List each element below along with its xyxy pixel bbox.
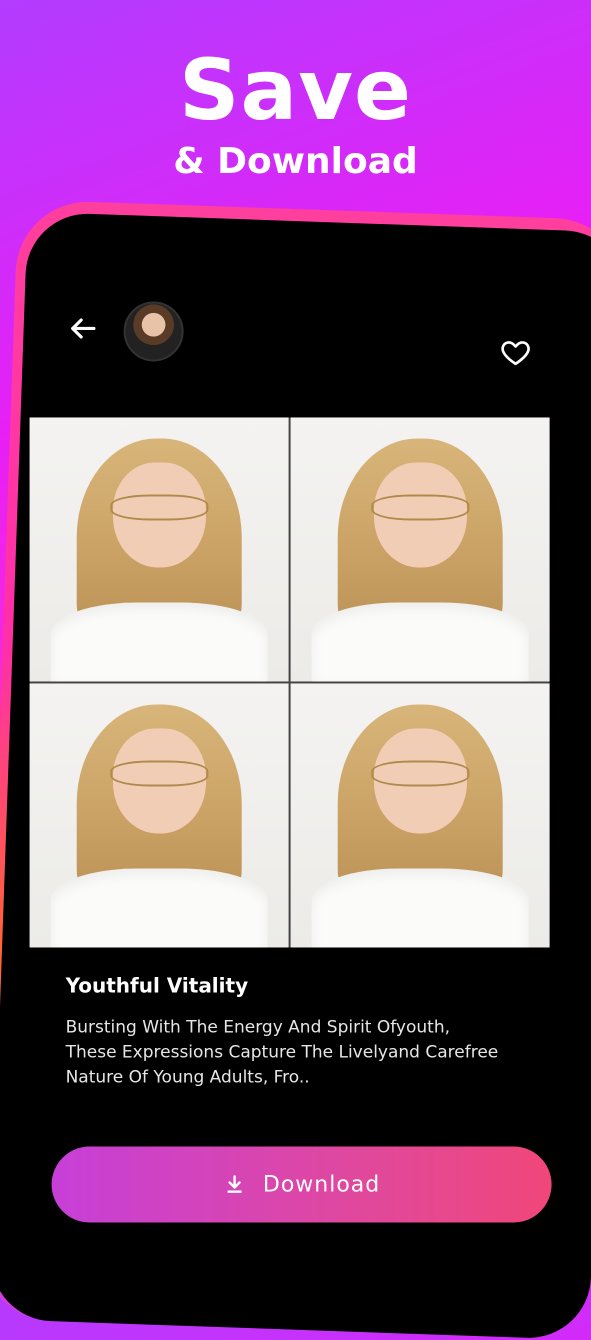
hero-subtitle: & Download xyxy=(173,141,418,182)
hero-title: Save xyxy=(179,41,412,139)
photo-shy[interactable] xyxy=(290,683,550,948)
photo-grid xyxy=(29,417,550,948)
sweater xyxy=(311,602,529,682)
favorite-button[interactable] xyxy=(500,336,532,368)
download-label: Download xyxy=(262,1171,381,1197)
phone-screen: Youthful Vitality Bursting With The Ener… xyxy=(0,211,591,1340)
photo-pointing[interactable] xyxy=(290,417,550,682)
download-button[interactable]: Download xyxy=(51,1146,552,1223)
download-icon xyxy=(227,1175,242,1193)
glasses xyxy=(109,760,209,787)
glasses xyxy=(109,494,209,521)
phone-frame: Youthful Vitality Bursting With The Ener… xyxy=(0,199,591,1340)
screen-content: Youthful Vitality Bursting With The Ener… xyxy=(28,221,588,1321)
back-button[interactable] xyxy=(66,311,100,345)
sweater xyxy=(50,868,268,948)
sweater xyxy=(311,868,529,948)
photo-description: Bursting With The Energy And Spirit Ofyo… xyxy=(65,1017,499,1088)
glasses xyxy=(370,760,470,787)
user-avatar[interactable] xyxy=(123,301,184,362)
glasses xyxy=(370,494,470,521)
sweater xyxy=(50,602,268,682)
arrow-left-icon xyxy=(71,318,96,339)
photo-winking[interactable] xyxy=(29,683,289,948)
photo-title: Youthful Vitality xyxy=(65,973,249,998)
photo-surprised[interactable] xyxy=(29,417,289,682)
heart-outline-icon xyxy=(501,341,530,366)
